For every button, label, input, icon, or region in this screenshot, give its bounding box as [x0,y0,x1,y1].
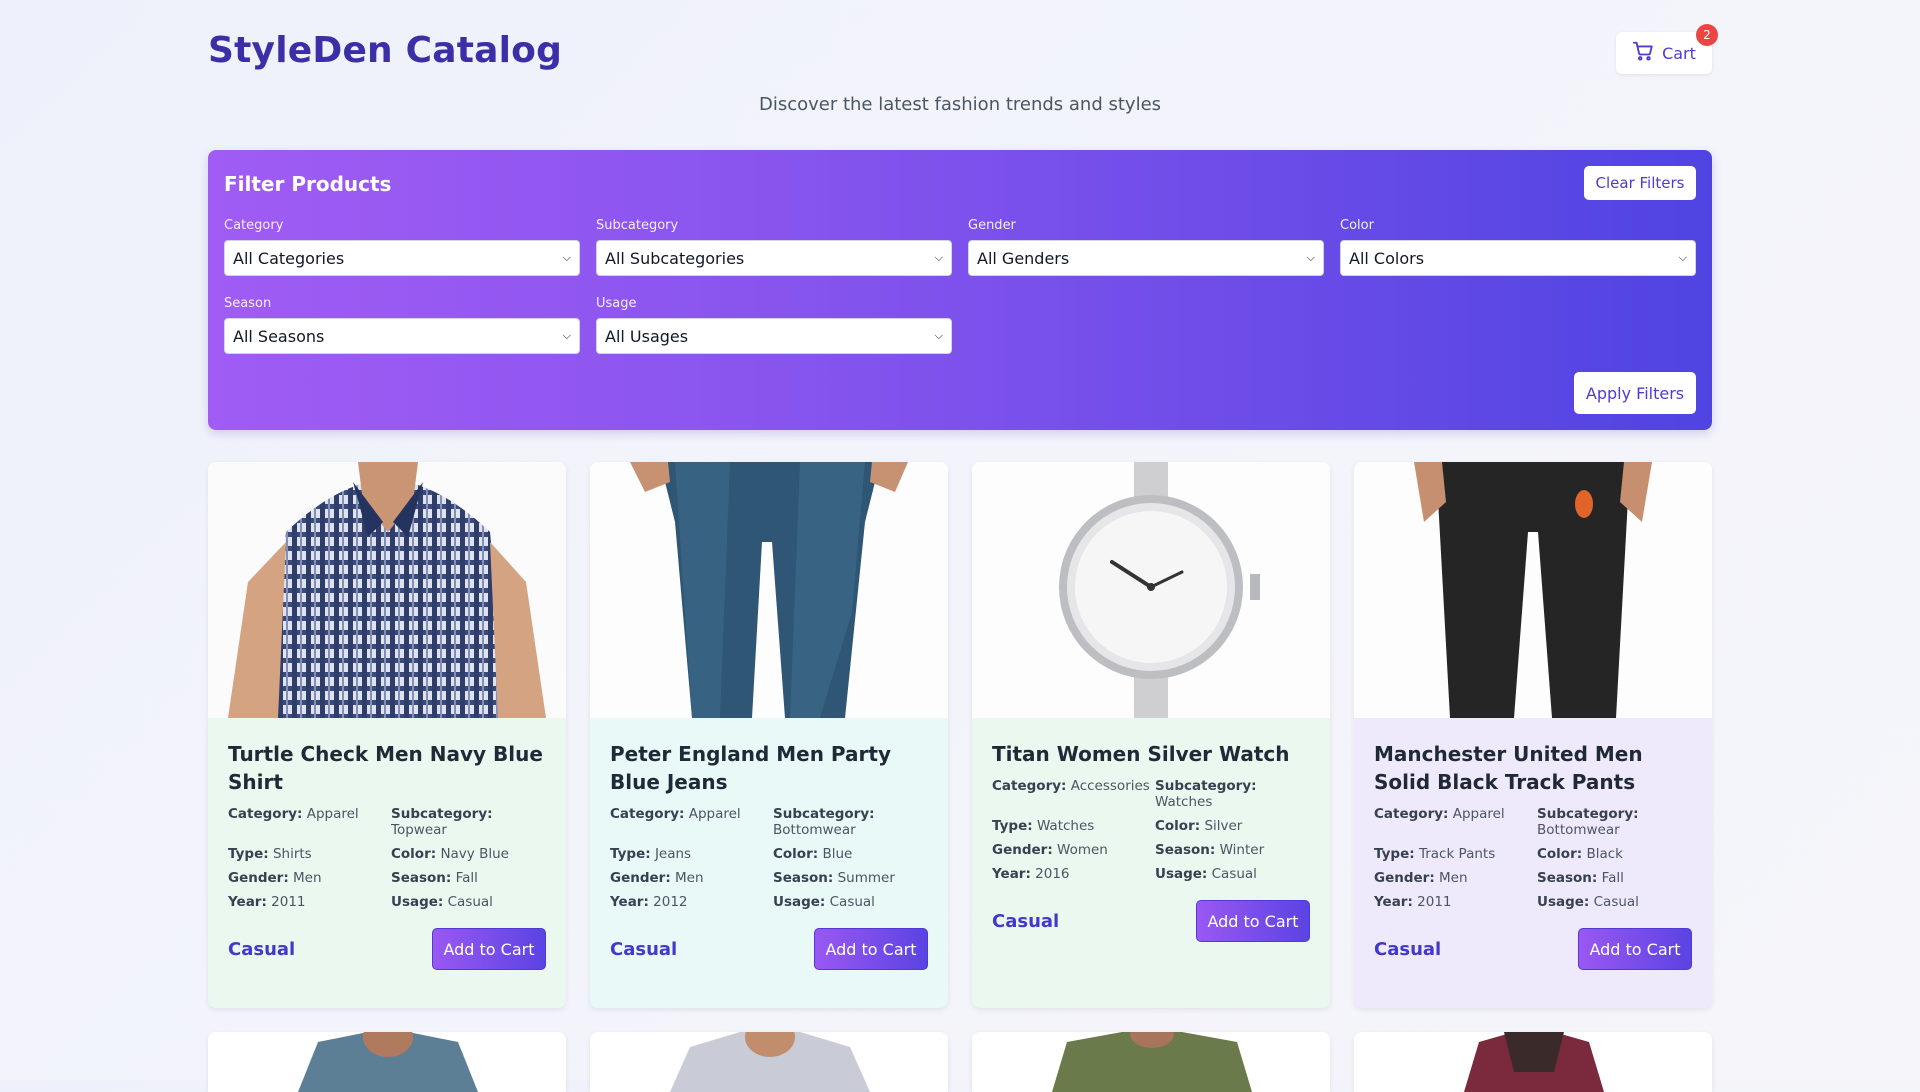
usage-filter: Usage All Usages ⌵ [596,296,952,354]
product-name: Titan Women Silver Watch [992,742,1290,766]
chevron-down-icon: ⌵ [562,251,571,264]
product-attributes: Category: Apparel Subcategory: Bottomwea… [610,806,895,910]
color-filter: Color All Colors ⌵ [1340,218,1696,276]
product-card[interactable]: Peter England Men Party Blue Jeans Categ… [590,462,948,1008]
product-card[interactable]: Turtle Check Men Navy Blue Shirt Categor… [208,462,566,1008]
gender-select[interactable]: All Genders ⌵ [968,240,1324,276]
filter-panel: Filter Products Clear Filters Category A… [208,150,1712,430]
product-card-partial[interactable] [208,1032,566,1092]
usage-tag: Casual [1374,938,1442,960]
season-select-value: All Seasons [233,326,325,346]
season-filter-label: Season [224,296,272,311]
filter-title: Filter Products [224,172,392,196]
color-filter-label: Color [1340,218,1374,233]
chevron-down-icon: ⌵ [1678,251,1687,264]
chevron-down-icon: ⌵ [934,329,943,342]
product-name: Manchester United Men Solid Black Track … [1374,742,1643,794]
product-image-jeans [590,462,948,718]
product-card[interactable]: Manchester United Men Solid Black Track … [1354,462,1712,1008]
header: StyleDen Catalog Cart 2 [208,0,1718,96]
cart-button[interactable]: Cart 2 [1616,24,1718,74]
usage-tag: Casual [228,938,296,960]
product-attributes: Category: Apparel Subcategory: Bottomwea… [1374,806,1639,910]
product-card-partial[interactable] [590,1032,948,1092]
gender-select-value: All Genders [977,248,1070,268]
category-select[interactable]: All Categories ⌵ [224,240,580,276]
product-image-watch [972,462,1330,718]
usage-tag: Casual [610,938,678,960]
add-to-cart-button[interactable]: Add to Cart [814,928,928,970]
catalog-page: StyleDen Catalog Cart 2 Discover the lat… [208,0,1718,1092]
category-filter-label: Category [224,218,284,233]
clear-filters-button[interactable]: Clear Filters [1584,166,1696,200]
cart-icon [1632,40,1654,66]
product-card[interactable]: Titan Women Silver Watch Category: Acces… [972,462,1330,1008]
apply-filters-button[interactable]: Apply Filters [1574,372,1696,414]
gender-filter: Gender All Genders ⌵ [968,218,1324,276]
subcategory-select-value: All Subcategories [605,248,745,268]
product-card-partial[interactable] [1354,1032,1712,1092]
add-to-cart-button[interactable]: Add to Cart [1578,928,1692,970]
usage-select-value: All Usages [605,326,689,346]
subcategory-select[interactable]: All Subcategories ⌵ [596,240,952,276]
gender-filter-label: Gender [968,218,1016,233]
product-name: Peter England Men Party Blue Jeans [610,742,892,794]
color-select[interactable]: All Colors ⌵ [1340,240,1696,276]
page-title: StyleDen Catalog [208,30,563,71]
subcategory-filter-label: Subcategory [596,218,679,233]
usage-filter-label: Usage [596,296,637,311]
color-select-value: All Colors [1349,248,1425,268]
season-filter: Season All Seasons ⌵ [224,296,580,354]
cart-label: Cart [1662,43,1696,63]
usage-tag: Casual [992,910,1060,932]
product-attributes: Category: Apparel Subcategory: Topwear T… [228,806,509,910]
category-select-value: All Categories [233,248,345,268]
category-filter: Category All Categories ⌵ [224,218,580,276]
page-subtitle: Discover the latest fashion trends and s… [758,94,1162,115]
add-to-cart-button[interactable]: Add to Cart [432,928,546,970]
usage-select[interactable]: All Usages ⌵ [596,318,952,354]
cart-count-badge: 2 [1696,24,1718,46]
chevron-down-icon: ⌵ [562,329,571,342]
chevron-down-icon: ⌵ [934,251,943,264]
product-card-partial[interactable] [972,1032,1330,1092]
subcategory-filter: Subcategory All Subcategories ⌵ [596,218,952,276]
add-to-cart-button[interactable]: Add to Cart [1196,900,1310,942]
product-name: Turtle Check Men Navy Blue Shirt [228,742,543,794]
chevron-down-icon: ⌵ [1306,251,1315,264]
product-attributes: Category: Accessories Subcategory: Watch… [992,778,1265,882]
product-image-shirt [208,462,566,718]
product-image-track-pants [1354,462,1712,718]
season-select[interactable]: All Seasons ⌵ [224,318,580,354]
